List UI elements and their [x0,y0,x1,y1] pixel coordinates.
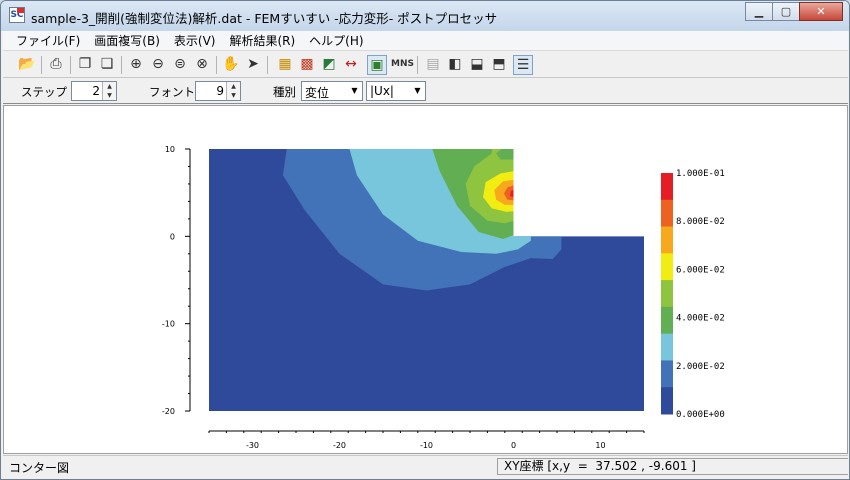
legend-swatch [661,226,673,254]
app-icon[interactable]: SC [9,7,25,23]
font-value: 9 [216,84,224,98]
y-tick-label: -10 [162,320,175,329]
legend-swatch [661,253,673,281]
y-tick-label: -20 [162,407,175,416]
x-tick-label: 0 [511,441,516,450]
menu-help[interactable]: ヘルプ(H) [302,32,370,49]
step-value: 2 [92,84,100,98]
status-bar: コンター図 XY座標 [x,y = 37.502 , -9.601 ] [3,455,848,477]
legend-label: 8.000E-02 [676,217,725,227]
chevron-down-icon: ▼ [351,86,358,95]
minimize-button[interactable]: ▁ [745,2,773,21]
y-tick-label: 0 [170,232,175,241]
stepper-arrows-icon[interactable]: ▲ ▼ [102,82,116,100]
print-icon[interactable]: ⎙ [46,55,66,75]
mesh-icon[interactable]: ▦ [275,55,295,75]
pan-hand-icon[interactable]: ✋ [221,55,241,75]
select-arrow-icon[interactable]: ➤ [243,55,263,75]
status-mode: コンター図 [9,461,70,475]
panel-bottom-icon[interactable]: ⬓ [467,55,487,75]
zoom-fit-icon[interactable]: ⊜ [170,55,190,75]
node-mesh-icon[interactable]: ▩ [297,55,317,75]
paste-icon[interactable]: ❏ [97,55,117,75]
font-stepper[interactable]: 9 ▲ ▼ [195,81,241,101]
zoom-out-icon[interactable]: ⊖ [148,55,168,75]
toolbar-separator [216,56,217,74]
close-button[interactable]: ✕ [799,2,843,21]
deform-icon[interactable]: ◩ [319,55,339,75]
toolbar-separator [417,56,418,74]
legend-label: 1.000E-01 [676,169,725,179]
title-bar[interactable]: SC sample-3_開削(強制変位法)解析.dat - FEMすいすい -応… [1,1,849,31]
toolbar: 📂 ⎙ ❐ ❏ ⊕ ⊖ ⊜ ⊗ ✋ ➤ ▦ ▩ ◩ ↔ ▣ MNS ▤ ◧ ⬓ … [3,52,848,78]
panel-left-icon[interactable]: ◧ [445,55,465,75]
chevron-down-icon: ▼ [414,86,421,95]
open-folder-icon[interactable]: 📂 [17,55,37,75]
option-bar: ステップ 2 ▲ ▼ フォント 9 ▲ ▼ 種別 変位 ▼ |Ux| ▼ [3,79,848,104]
plot-canvas[interactable]: 10 0 -10 -20 -30 -20 -10 0 10 1.000E-01 8.000E-02 6… [3,105,848,454]
legend-label: 2.000E-02 [676,362,725,372]
step-label: ステップ [21,85,67,99]
panel-top-icon[interactable]: ⬒ [489,55,509,75]
contour-plot: 10 0 -10 -20 -30 -20 -10 0 10 1.000E-01 8.000E-02 6… [162,145,725,450]
x-tick-label: 10 [595,441,605,450]
legend-swatch [661,387,673,415]
legend-label: 0.000E+00 [676,410,725,420]
x-tick-label: -10 [420,441,433,450]
menu-screen-copy[interactable]: 画面複写(B) [87,32,167,49]
list-icon[interactable]: ☰ [513,55,533,75]
mns-icon[interactable]: MNS [391,55,414,75]
contour-band-5 [496,149,516,160]
dimension-icon[interactable]: ↔ [341,55,361,75]
font-label: フォント [149,85,195,99]
toolbar-separator [70,56,71,74]
stepper-arrows-icon[interactable]: ▲ ▼ [226,82,240,100]
zoom-window-icon[interactable]: ⊗ [192,55,212,75]
y-tick-label: 10 [165,145,175,154]
component-value: |Ux| [370,84,394,98]
window-controls: ▁ ▢ ✕ [745,2,843,21]
x-tick-label: -20 [333,441,346,450]
step-stepper[interactable]: 2 ▲ ▼ [71,81,117,101]
copy-icon[interactable]: ❐ [75,55,95,75]
legend-swatch [661,333,673,361]
kind-select[interactable]: 変位 ▼ [301,81,363,101]
legend-label: 6.000E-02 [676,265,725,275]
menu-view[interactable]: 表示(V) [167,32,223,49]
status-coordinates: XY座標 [x,y = 37.502 , -9.601 ] [497,458,848,475]
legend-swatch [661,306,673,335]
kind-label: 種別 [273,85,296,99]
app-window: SC sample-3_開削(強制変位法)解析.dat - FEMすいすい -応… [0,0,850,480]
kind-value: 変位 [305,86,330,100]
zoom-in-icon[interactable]: ⊕ [126,55,146,75]
menu-bar: ファイル(F) 画面複写(B) 表示(V) 解析結果(R) ヘルプ(H) [3,31,848,51]
legend-swatch [661,199,673,228]
toolbar-separator [267,56,268,74]
toolbar-separator [121,56,122,74]
legend-swatch [661,173,673,201]
legend-swatch [661,280,673,308]
contour-icon[interactable]: ▣ [367,55,387,75]
menu-file[interactable]: ファイル(F) [9,32,87,49]
x-tick-label: -30 [246,441,259,450]
table-icon[interactable]: ▤ [423,55,443,75]
toolbar-separator [41,56,42,74]
component-select[interactable]: |Ux| ▼ [366,81,426,101]
menu-results[interactable]: 解析結果(R) [222,32,302,49]
window-title: sample-3_開削(強制変位法)解析.dat - FEMすいすい -応力変形… [31,11,498,26]
legend-label: 4.000E-02 [676,314,725,324]
legend-swatch [661,360,673,388]
maximize-button[interactable]: ▢ [772,2,800,21]
